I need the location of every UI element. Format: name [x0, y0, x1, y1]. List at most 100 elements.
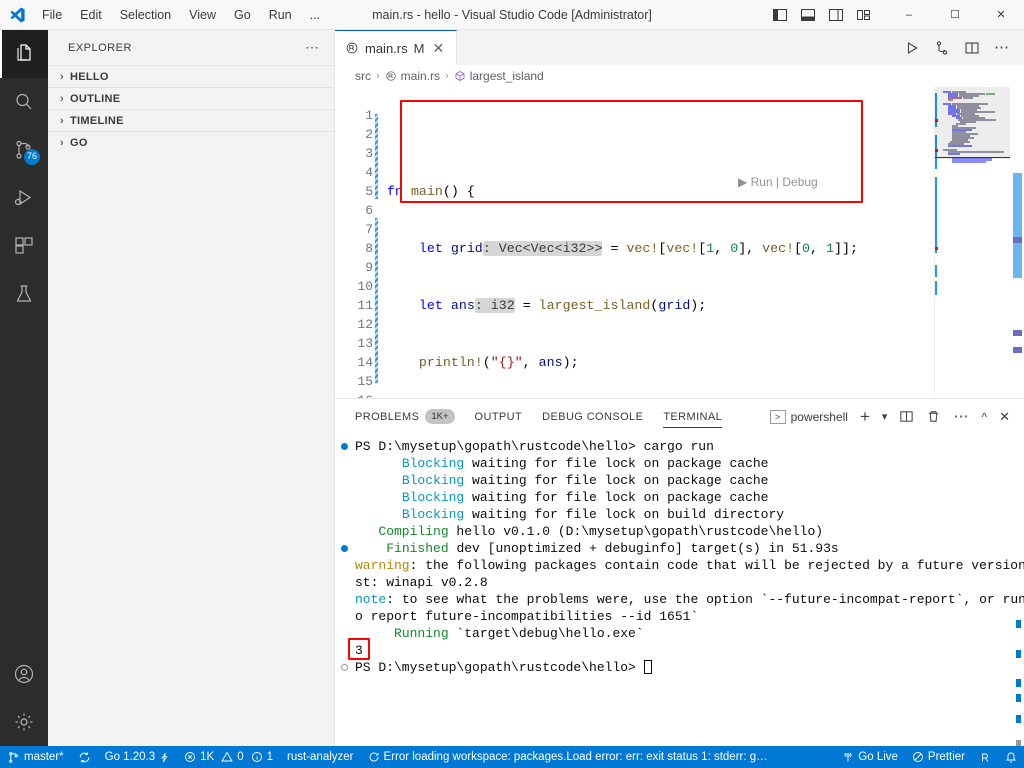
status-branch-label: master*: [24, 751, 64, 763]
chevron-right-icon: ›: [376, 70, 380, 82]
maximize-panel-button[interactable]: ^: [981, 411, 987, 423]
sidebar-item-timeline[interactable]: › TIMELINE: [48, 109, 334, 131]
tab-close-icon[interactable]: ✕: [430, 41, 446, 55]
status-r-icon-button[interactable]: [972, 746, 998, 768]
close-button[interactable]: ✕: [978, 0, 1024, 30]
code-line-1[interactable]: fn main() {: [383, 182, 1024, 201]
tab-main-rs[interactable]: main.rs M ✕: [335, 30, 458, 65]
terminal-selector[interactable]: > powershell: [769, 409, 848, 424]
activitybar-item-explorer[interactable]: [0, 30, 48, 78]
chevron-down-icon[interactable]: ▾: [882, 411, 888, 422]
terminal-command-decoration: [1016, 650, 1021, 658]
sidebar-item-go[interactable]: › GO: [48, 131, 334, 153]
minimize-button[interactable]: –: [886, 0, 932, 30]
activitybar-item-extensions[interactable]: [0, 222, 48, 270]
sidebar-item-label: GO: [70, 136, 88, 149]
code-line-4[interactable]: println!("{}", ans);: [383, 353, 1024, 372]
terminal-line[interactable]: warning: the following packages contain …: [335, 557, 1024, 574]
terminal-text: : the following packages contain code th…: [409, 558, 1024, 573]
editor-more-actions-button[interactable]: ⋯: [994, 40, 1010, 55]
terminal-line[interactable]: Compiling hello v0.1.0 (D:\mysetup\gopat…: [335, 523, 1024, 540]
split-editor-button[interactable]: [964, 40, 980, 56]
sidebar-more-actions-icon[interactable]: ⋯: [305, 39, 326, 56]
breadcrumb-item-main-rs[interactable]: main.rs: [401, 69, 440, 83]
code-area[interactable]: 1 2 3 4 5 6 7 8 9 10 11 12 13 14 15 fn m…: [335, 87, 1024, 398]
toggle-panel-icon[interactable]: [800, 7, 816, 23]
panel-tab-debug-console[interactable]: DEBUG CONSOLE: [542, 399, 643, 434]
menu-selection[interactable]: Selection: [112, 5, 179, 25]
activitybar-item-source-control[interactable]: 76: [0, 126, 48, 174]
status-branch[interactable]: master*: [0, 746, 71, 768]
activitybar-item-testing[interactable]: [0, 270, 48, 318]
code-line-2[interactable]: let grid: Vec<Vec<i32>> = vec![vec![1, 0…: [383, 239, 1024, 258]
terminal-line[interactable]: 3: [335, 642, 1024, 659]
minimap-slider[interactable]: [935, 87, 1010, 159]
terminal-command-status-icon: [341, 664, 348, 671]
activitybar-item-run-and-debug[interactable]: [0, 174, 48, 222]
status-go-error[interactable]: Error loading workspace: packages.Load e…: [361, 746, 775, 768]
kill-terminal-button[interactable]: [926, 409, 941, 424]
terminal-text: warning: [355, 558, 410, 573]
toggle-primary-sidebar-icon[interactable]: [772, 7, 788, 23]
menu-file[interactable]: File: [34, 5, 70, 25]
terminal-scrollbar[interactable]: [1010, 434, 1024, 746]
terminal-line[interactable]: st: winapi v0.2.8: [335, 574, 1024, 591]
terminal-lines[interactable]: PS D:\mysetup\gopath\rustcode\hello> car…: [335, 438, 1024, 676]
terminal-line[interactable]: Blocking waiting for file lock on packag…: [335, 455, 1024, 472]
terminal-command-status-icon: [341, 443, 348, 450]
sidebar-item-hello[interactable]: › HELLO: [48, 65, 334, 87]
split-terminal-button[interactable]: [899, 409, 914, 424]
activitybar-item-manage[interactable]: [0, 698, 48, 746]
menu-go[interactable]: Go: [226, 5, 259, 25]
status-go-live[interactable]: Go Live: [835, 746, 905, 768]
terminal-line[interactable]: note: to see what the problems were, use…: [335, 591, 1024, 608]
code-content[interactable]: fn main() { let grid: Vec<Vec<i32>> = ve…: [383, 87, 1024, 398]
maximize-button[interactable]: ☐: [932, 0, 978, 30]
editor-scrollbar[interactable]: [1010, 87, 1024, 398]
status-problems[interactable]: 1K 0 1: [177, 746, 280, 768]
activitybar-item-accounts[interactable]: [0, 650, 48, 698]
menu-run[interactable]: Run: [261, 5, 300, 25]
minimap[interactable]: [934, 87, 1010, 398]
close-panel-button[interactable]: ✕: [999, 410, 1010, 423]
new-terminal-button[interactable]: +: [860, 408, 870, 425]
sidebar-title: EXPLORER: [68, 41, 132, 54]
terminal-line[interactable]: Running `target\debug\hello.exe`: [335, 625, 1024, 642]
panel-tab-output[interactable]: OUTPUT: [475, 399, 523, 434]
terminal-line[interactable]: PS D:\mysetup\gopath\rustcode\hello> car…: [335, 438, 1024, 455]
terminal-cursor: [643, 660, 652, 674]
terminal-line[interactable]: PS D:\mysetup\gopath\rustcode\hello>: [335, 659, 1024, 676]
terminal-output[interactable]: PS D:\mysetup\gopath\rustcode\hello> car…: [335, 434, 1024, 746]
toggle-secondary-sidebar-icon[interactable]: [828, 7, 844, 23]
terminal-line[interactable]: o report future-incompatibilities --id 1…: [335, 608, 1024, 625]
terminal-line[interactable]: Finished dev [unoptimized + debuginfo] t…: [335, 540, 1024, 557]
terminal-line[interactable]: Blocking waiting for file lock on build …: [335, 506, 1024, 523]
status-prettier[interactable]: Prettier: [905, 746, 972, 768]
activitybar-item-search[interactable]: [0, 78, 48, 126]
panel-tab-terminal[interactable]: TERMINAL: [663, 399, 722, 434]
info-icon: [251, 751, 263, 763]
panel-more-actions-button[interactable]: ⋯: [953, 409, 969, 424]
terminal-line[interactable]: Blocking waiting for file lock on packag…: [335, 489, 1024, 506]
panel-tab-problems[interactable]: PROBLEMS 1K+: [355, 399, 455, 434]
overview-ruler-mark: [1013, 237, 1022, 243]
overview-ruler-mark: [1013, 173, 1022, 278]
run-code-button[interactable]: [904, 40, 920, 56]
code-line-3[interactable]: let ans: i32 = largest_island(grid);: [383, 296, 1024, 315]
menu-view[interactable]: View: [181, 5, 224, 25]
status-go-version[interactable]: Go 1.20.3: [98, 746, 178, 768]
status-rust-analyzer[interactable]: rust-analyzer: [280, 746, 360, 768]
breadcrumb-item-largest-island[interactable]: largest_island: [470, 69, 544, 83]
status-sync[interactable]: [71, 746, 98, 768]
terminal-line[interactable]: Blocking waiting for file lock on packag…: [335, 472, 1024, 489]
menu-more[interactable]: ...: [302, 5, 328, 25]
menu-edit[interactable]: Edit: [72, 5, 110, 25]
panel-tab-label: DEBUG CONSOLE: [542, 410, 644, 423]
sidebar-item-outline[interactable]: › OUTLINE: [48, 87, 334, 109]
toggle-rust-analyzer-button[interactable]: [934, 40, 950, 56]
customize-layout-icon[interactable]: [856, 7, 872, 23]
files-icon: [12, 42, 36, 66]
status-notifications[interactable]: [998, 746, 1024, 768]
sidebar-item-label: OUTLINE: [70, 92, 121, 105]
breadcrumb-item-src[interactable]: src: [355, 69, 371, 83]
